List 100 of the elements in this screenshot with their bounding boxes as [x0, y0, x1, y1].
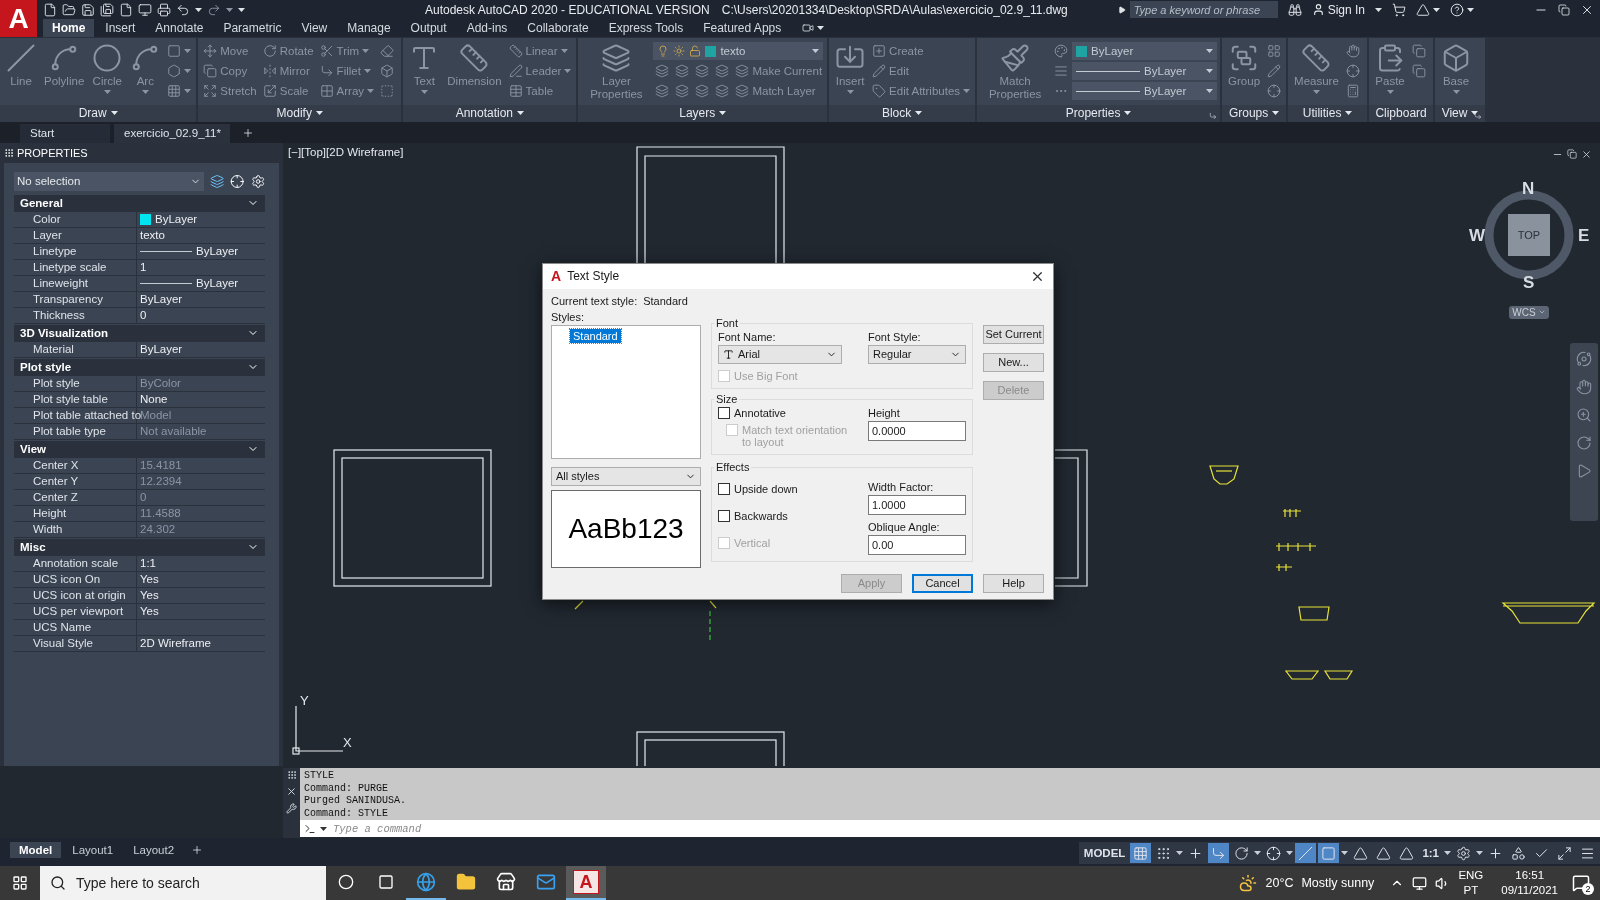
taskbar-app[interactable]: A [566, 866, 606, 900]
style-dropdown[interactable]: Regular [868, 344, 966, 364]
property-value: 1 [140, 261, 147, 274]
app-menu-button[interactable]: A [0, 0, 37, 37]
ribbon-tool[interactable]: Polyline [41, 41, 88, 105]
ribbon-tool[interactable]: Line [3, 41, 39, 105]
section-header[interactable]: 3D Visualization [14, 324, 265, 342]
ribbon-tab[interactable]: Parametric [214, 19, 291, 37]
ribbon-tool[interactable]: Scale [260, 81, 316, 101]
ribbon-tab[interactable]: Home [43, 19, 95, 37]
ribbon-tool[interactable]: Layer Properties [581, 41, 652, 105]
ribbon-tool[interactable]: Insert [832, 41, 869, 105]
ribbon-tool[interactable]: Mirror [260, 61, 316, 81]
ribbon-tool[interactable]: Edit Attributes [870, 81, 973, 101]
section-header[interactable]: Plot style [14, 358, 265, 376]
oblique-angle-field[interactable]: 0.00 [868, 534, 966, 555]
ribbon-tab[interactable]: View [292, 19, 337, 37]
search-box[interactable]: Type here to search [40, 866, 326, 900]
property-value: Yes [140, 589, 159, 602]
ribbon-tab[interactable]: Featured Apps [694, 19, 791, 37]
ribbon-tool[interactable]: Edit [870, 61, 973, 81]
field-label: Height [868, 406, 901, 419]
property-value: texto [140, 229, 165, 242]
file-tab[interactable]: Start [20, 123, 110, 143]
width-factor-field[interactable]: 1.0000 [868, 494, 966, 515]
section-header[interactable]: View [14, 440, 265, 458]
filter-dropdown[interactable]: All styles [551, 466, 701, 486]
property-value: 1:1 [140, 557, 156, 570]
status-button[interactable]: 1:1 [1419, 843, 1442, 864]
layout-tab[interactable]: Model [10, 842, 62, 859]
ribbon-tool[interactable]: Make Current [733, 61, 825, 81]
field-label: Font Style: [868, 330, 922, 343]
color-dropdown[interactable]: ByLayer [1072, 42, 1218, 60]
ribbon-tool[interactable]: Paste [1372, 41, 1409, 105]
height-field[interactable]: 0.0000 [868, 420, 966, 441]
region: PT [1463, 883, 1479, 898]
ribbon-tool[interactable]: Leader [506, 61, 574, 81]
ribbon-tool[interactable]: Fillet [317, 61, 377, 81]
linetype-dropdown[interactable]: ByLayer [1072, 82, 1218, 100]
axis-label: X [343, 734, 352, 750]
ribbon-tab[interactable]: Annotate [146, 19, 213, 37]
layer-dropdown[interactable]: texto [653, 42, 824, 60]
ribbon-tool[interactable]: Table [506, 81, 574, 101]
search-field[interactable]: Type a keyword or phrase [1129, 1, 1278, 18]
dialog-button[interactable]: Set Current [983, 324, 1044, 344]
field-label: Current text style: [551, 294, 638, 307]
property-value: 0 [140, 491, 147, 504]
selection-dropdown[interactable]: No selection [14, 171, 204, 191]
viewport-label[interactable]: [−][Top][2D Wireframe] [288, 145, 404, 158]
clock-time: 16:51 [1515, 868, 1545, 883]
linetype-dropdown[interactable]: ByLayer [1072, 62, 1218, 80]
ribbon-tool[interactable]: Arc [127, 41, 164, 105]
field-label: Width Factor: [868, 480, 935, 493]
dialog-button[interactable]: Cancel [912, 573, 973, 593]
ribbon-tab[interactable]: Add-ins [457, 19, 517, 37]
ribbon-tool[interactable]: Text [406, 41, 443, 105]
ribbon-tab[interactable]: Manage [338, 19, 400, 37]
ribbon-tool[interactable]: Dimension [444, 41, 505, 105]
group-title: Font [714, 316, 740, 329]
ribbon-tool[interactable]: Match Properties [980, 41, 1051, 105]
ribbon-tool[interactable]: Measure [1291, 41, 1342, 105]
list-item[interactable]: Standard [570, 328, 621, 343]
ribbon-tool[interactable]: Move [201, 41, 259, 61]
dialog-button[interactable]: Help [983, 573, 1044, 593]
panel-title: PROPERTIES [17, 146, 88, 159]
ribbon-tool[interactable]: Array [317, 81, 377, 101]
ribbon-tab[interactable]: Express Tools [599, 19, 693, 37]
ribbon-tool[interactable]: Group [1225, 41, 1264, 105]
panel-title: Modify [276, 106, 312, 121]
file-tab[interactable]: exercicio_02.9_11* [114, 123, 230, 143]
ribbon-tool[interactable]: Rotate [260, 41, 316, 61]
ribbon-tab[interactable]: Output [401, 19, 456, 37]
ribbon-tab[interactable]: Collaborate [518, 19, 598, 37]
axis-label: Y [300, 692, 309, 708]
property-value: Model [140, 409, 172, 422]
section-header[interactable]: Misc [14, 538, 265, 556]
ribbon-tool[interactable]: Match Layer [733, 81, 825, 101]
ribbon-tool[interactable]: Create [870, 41, 973, 61]
weather-text: Mostly sunny [1301, 876, 1375, 890]
dialog-button[interactable]: New... [983, 352, 1044, 372]
ribbon-tab[interactable]: Insert [96, 19, 145, 37]
property-value: 0 [140, 309, 147, 322]
ribbon-tool[interactable]: Base [1438, 41, 1475, 105]
status-button[interactable]: MODEL [1080, 843, 1129, 864]
ribbon-tool[interactable]: Copy [201, 61, 259, 81]
ribbon-tool[interactable]: Stretch [201, 81, 259, 101]
section-header[interactable]: General [14, 194, 265, 212]
layout-tab[interactable]: Layout1 [63, 842, 123, 859]
viewcube-face[interactable]: TOP [1508, 213, 1550, 256]
ribbon-tool[interactable]: Circle [89, 41, 126, 105]
history-line: STYLE [304, 770, 335, 783]
field-label: Oblique Angle: [868, 520, 941, 533]
font-dropdown[interactable]: Arial [718, 344, 842, 364]
property-value: 2D Wireframe [140, 637, 211, 650]
sign-in-button[interactable]: Sign In [1311, 2, 1365, 17]
ribbon-tool[interactable]: Linear [506, 41, 574, 61]
current-style: Standard [643, 294, 688, 307]
layout-tab[interactable]: Layout2 [124, 842, 184, 859]
ribbon-tool[interactable]: Trim [317, 41, 377, 61]
wcs-menu[interactable]: WCS [1509, 305, 1549, 319]
